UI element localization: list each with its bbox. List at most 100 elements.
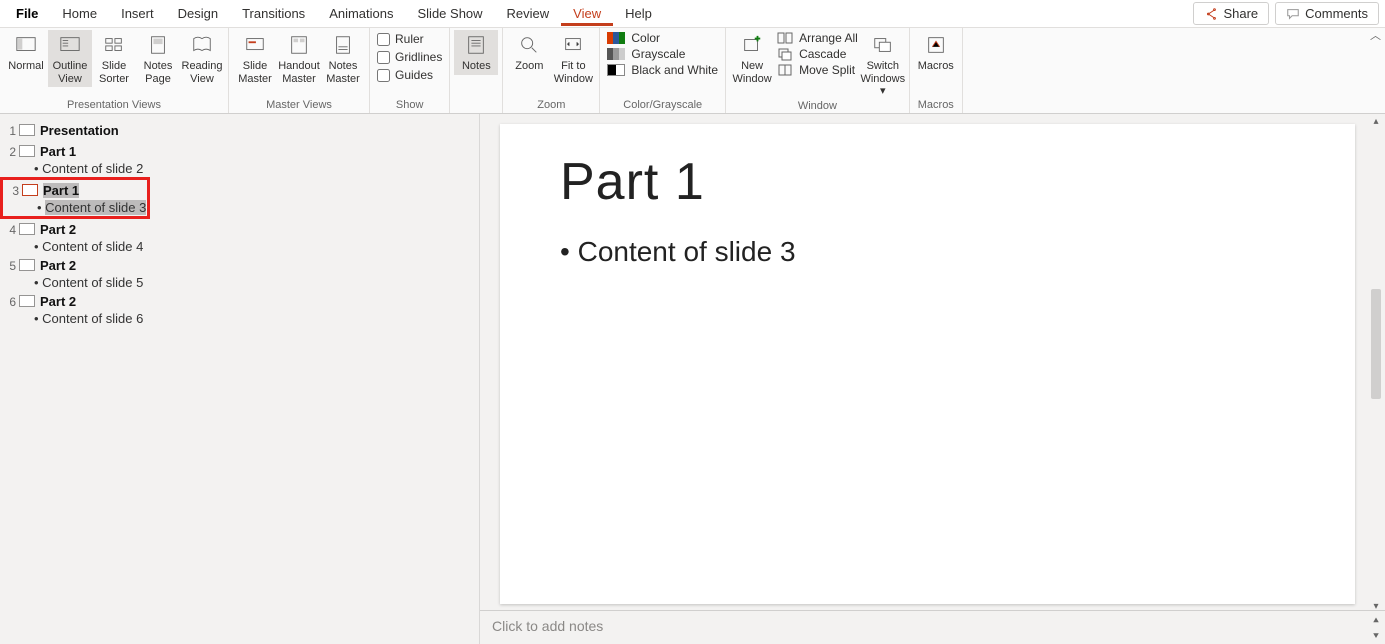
gridlines-checkbox[interactable]: Gridlines: [374, 48, 445, 66]
group-window: New Window Arrange All Cascade Move Spli…: [726, 28, 910, 113]
group-show: Ruler Gridlines Guides Show: [370, 28, 450, 113]
normal-view-button[interactable]: Normal: [4, 30, 48, 75]
reading-view-label: Reading View: [181, 60, 223, 85]
slide-master-icon: [244, 34, 266, 56]
outline-content[interactable]: Content of slide 4: [0, 239, 479, 254]
menu-review[interactable]: Review: [495, 1, 562, 26]
menu-help[interactable]: Help: [613, 1, 664, 26]
cascade-button[interactable]: Cascade: [774, 46, 861, 62]
notes-icon: [465, 34, 487, 56]
normal-view-icon: [15, 34, 37, 56]
slide-number: 5: [4, 258, 16, 273]
menu-transitions[interactable]: Transitions: [230, 1, 317, 26]
handout-master-button[interactable]: Handout Master: [277, 30, 321, 87]
menu-file[interactable]: File: [4, 1, 50, 26]
group-color-grayscale: Color Grayscale Black and White Color/Gr…: [600, 28, 726, 113]
slide-icon: [22, 184, 38, 196]
slide-master-button[interactable]: Slide Master: [233, 30, 277, 87]
gridlines-label: Gridlines: [395, 50, 442, 64]
menu-bar: File Home Insert Design Transitions Anim…: [0, 0, 1385, 28]
move-split-button[interactable]: Move Split: [774, 62, 861, 78]
slide-number: 3: [7, 183, 19, 198]
new-window-button[interactable]: New Window: [730, 30, 774, 87]
arrange-all-icon: [777, 31, 793, 45]
ruler-label: Ruler: [395, 32, 424, 46]
bw-button[interactable]: Black and White: [604, 62, 721, 78]
slide-title-text[interactable]: Part 2: [40, 222, 76, 237]
outline-slide-5[interactable]: 5 Part 2: [0, 256, 479, 275]
share-button[interactable]: Share: [1193, 2, 1269, 25]
outline-slide-4[interactable]: 4Part 2: [0, 220, 479, 239]
notes-pane[interactable]: Click to add notes: [480, 610, 1385, 644]
arrange-all-button[interactable]: Arrange All: [774, 30, 861, 46]
switch-windows-button[interactable]: Switch Windows ▾: [861, 30, 905, 100]
notes-page-button[interactable]: Notes Page: [136, 30, 180, 87]
slide-canvas[interactable]: Part 1 Content of slide 3: [500, 124, 1355, 604]
comments-button[interactable]: Comments: [1275, 2, 1379, 25]
outline-pane[interactable]: 1Presentation 2Part 1Content of slide 2 …: [0, 114, 480, 644]
scroll-thumb[interactable]: [1371, 289, 1381, 399]
outline-slide-1[interactable]: 1Presentation: [0, 121, 479, 140]
slide-title-text[interactable]: Part 1: [40, 144, 76, 159]
new-window-label: New Window: [731, 60, 773, 85]
vertical-scrollbar[interactable]: ▴ ▾ ⯅ ⯆: [1367, 114, 1385, 644]
normal-label: Normal: [8, 60, 43, 73]
outline-view-label: Outline View: [49, 60, 91, 85]
slide-title-text[interactable]: Presentation: [40, 123, 119, 138]
guides-checkbox[interactable]: Guides: [374, 66, 436, 84]
scroll-down-icon[interactable]: ▾: [1371, 599, 1380, 614]
reading-view-button[interactable]: Reading View: [180, 30, 224, 87]
group-label-presentation-views: Presentation Views: [4, 99, 224, 113]
group-label-zoom: Zoom: [507, 99, 595, 113]
slide-icon: [19, 295, 35, 307]
macros-label: Macros: [918, 60, 954, 73]
outline-content[interactable]: Content of slide 2: [0, 161, 479, 176]
outline-content[interactable]: Content of slide 6: [0, 311, 479, 326]
outline-slide-3[interactable]: 3 Part 1: [3, 181, 147, 200]
next-slide-icon[interactable]: ⯆: [1370, 629, 1382, 644]
color-button[interactable]: Color: [604, 30, 663, 46]
bw-label: Black and White: [631, 63, 718, 77]
slide-title[interactable]: Part 1: [560, 152, 1295, 212]
menu-animations[interactable]: Animations: [317, 1, 405, 26]
cascade-icon: [777, 47, 793, 61]
reading-view-icon: [191, 34, 213, 56]
slide-body[interactable]: Content of slide 3: [560, 236, 1295, 268]
outline-content[interactable]: Content of slide 3: [3, 200, 147, 215]
color-swatch-icon: [607, 32, 625, 44]
menu-view[interactable]: View: [561, 1, 613, 26]
menu-home[interactable]: Home: [50, 1, 109, 26]
slide-sorter-button[interactable]: Slide Sorter: [92, 30, 136, 87]
slide-title-text[interactable]: Part 2: [40, 294, 76, 309]
outline-view-icon: [59, 34, 81, 56]
menu-slideshow[interactable]: Slide Show: [406, 1, 495, 26]
slide-icon: [19, 223, 35, 235]
menu-insert[interactable]: Insert: [109, 1, 166, 26]
slide-sorter-icon: [103, 34, 125, 56]
outline-slide-2[interactable]: 2Part 1: [0, 142, 479, 161]
macros-icon: [925, 34, 947, 56]
move-split-label: Move Split: [799, 63, 855, 77]
grayscale-button[interactable]: Grayscale: [604, 46, 688, 62]
slide-master-label: Slide Master: [234, 60, 276, 85]
notes-button[interactable]: Notes: [454, 30, 498, 75]
guides-label: Guides: [395, 68, 433, 82]
outline-slide-6[interactable]: 6Part 2: [0, 292, 479, 311]
outline-content[interactable]: Content of slide 5: [0, 275, 479, 290]
ruler-checkbox[interactable]: Ruler: [374, 30, 427, 48]
menu-design[interactable]: Design: [166, 1, 230, 26]
collapse-ribbon-icon[interactable]: ︿: [1370, 27, 1381, 43]
scroll-up-icon[interactable]: ▴: [1371, 114, 1380, 129]
group-label-show: Show: [374, 99, 445, 113]
macros-button[interactable]: Macros: [914, 30, 958, 75]
prev-slide-icon[interactable]: ⯅: [1370, 614, 1382, 629]
slide-area: Part 1 Content of slide 3 Click to add n…: [480, 114, 1385, 644]
zoom-icon: [518, 34, 540, 56]
color-label: Color: [631, 31, 660, 45]
fit-window-button[interactable]: Fit to Window: [551, 30, 595, 87]
notes-master-button[interactable]: Notes Master: [321, 30, 365, 87]
slide-title-text[interactable]: Part 2: [40, 258, 76, 273]
zoom-button[interactable]: Zoom: [507, 30, 551, 75]
outline-view-button[interactable]: Outline View: [48, 30, 92, 87]
slide-title-text[interactable]: Part 1: [43, 183, 79, 198]
